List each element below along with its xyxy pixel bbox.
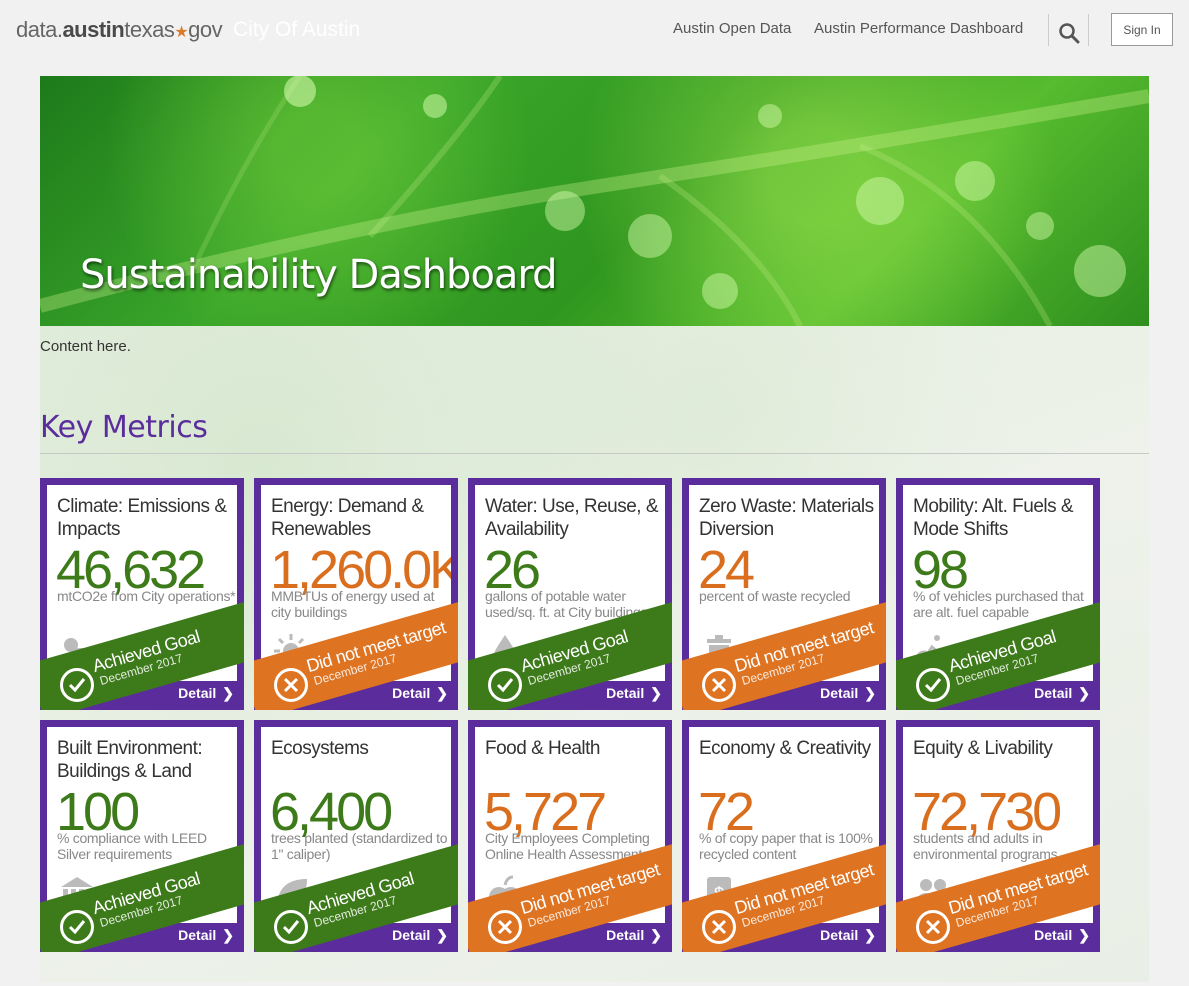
checkmark-icon <box>60 668 94 702</box>
checkmark-icon <box>60 910 94 944</box>
metric-title: Built Environment: Buildings & Land <box>57 738 203 782</box>
detail-label: Detail <box>178 927 217 943</box>
metric-card[interactable]: Mobility: Alt. Fuels & Mode Shifts 98% of… <box>896 478 1100 710</box>
checkmark-icon <box>274 910 308 944</box>
detail-label: Detail <box>606 927 645 943</box>
detail-link[interactable]: Detail ❯ <box>606 927 662 944</box>
x-circle-icon <box>488 910 522 944</box>
detail-link[interactable]: Detail ❯ <box>820 927 876 944</box>
chevron-right-icon: ❯ <box>864 685 876 701</box>
metric-title: Water: Use, Reuse, & Availability <box>485 496 659 540</box>
metric-title: Equity & Livability <box>913 738 1053 759</box>
detail-link[interactable]: Detail ❯ <box>178 927 234 944</box>
chevron-right-icon: ❯ <box>650 685 662 701</box>
metric-title: Zero Waste: Materials Diversion <box>699 496 874 540</box>
detail-label: Detail <box>1034 685 1073 701</box>
checkmark-icon <box>488 668 522 702</box>
detail-link[interactable]: Detail ❯ <box>1034 927 1090 944</box>
detail-label: Detail <box>820 685 859 701</box>
nav-divider <box>1048 14 1049 46</box>
chevron-right-icon: ❯ <box>650 927 662 943</box>
metric-title: Mobility: Alt. Fuels & Mode Shifts <box>913 496 1074 540</box>
metric-card[interactable]: Water: Use, Reuse, & Availability 26 gallo… <box>468 478 672 710</box>
detail-link[interactable]: Detail ❯ <box>392 927 448 944</box>
chevron-right-icon: ❯ <box>1078 685 1090 701</box>
content-placeholder-text: Content here. <box>40 338 131 355</box>
metric-card[interactable]: Energy: Demand & Renewables 1,260.0K MMBTU… <box>254 478 458 710</box>
search-icon[interactable] <box>1058 22 1080 44</box>
metric-title: Energy: Demand & Renewables <box>271 496 424 540</box>
detail-link[interactable]: Detail ❯ <box>1034 685 1090 702</box>
metric-card[interactable]: Built Environment: Buildings & Land 100% … <box>40 720 244 952</box>
detail-label: Detail <box>1034 927 1073 943</box>
metric-card[interactable]: Zero Waste: Materials Diversion 24 percent… <box>682 478 886 710</box>
detail-label: Detail <box>392 927 431 943</box>
chevron-right-icon: ❯ <box>1078 927 1090 943</box>
site-logo[interactable]: data.austintexas★gov <box>16 17 223 43</box>
metric-title: Economy & Creativity <box>699 738 871 759</box>
chevron-right-icon: ❯ <box>436 927 448 943</box>
metric-card[interactable]: Food & Health 5,727 City Employees Complet… <box>468 720 672 952</box>
x-circle-icon <box>916 910 950 944</box>
nav-divider <box>1088 14 1089 46</box>
detail-label: Detail <box>392 685 431 701</box>
page-title: Sustainability Dashboard <box>80 252 558 298</box>
x-circle-icon <box>702 910 736 944</box>
detail-link[interactable]: Detail ❯ <box>178 685 234 702</box>
detail-label: Detail <box>820 927 859 943</box>
metric-card[interactable]: Economy & Creativity 72% of copy paper th… <box>682 720 886 952</box>
chevron-right-icon: ❯ <box>222 685 234 701</box>
detail-link[interactable]: Detail ❯ <box>606 685 662 702</box>
x-circle-icon <box>702 668 736 702</box>
metric-title: Food & Health <box>485 738 600 759</box>
x-circle-icon <box>274 668 308 702</box>
detail-label: Detail <box>606 685 645 701</box>
hero-banner: Sustainability Dashboard <box>40 76 1149 326</box>
chevron-right-icon: ❯ <box>222 927 234 943</box>
detail-link[interactable]: Detail ❯ <box>820 685 876 702</box>
nav-link-open-data[interactable]: Austin Open Data <box>673 20 791 37</box>
section-title: Key Metrics <box>40 410 208 445</box>
metric-description: mtCO2e from City operations* <box>57 588 236 604</box>
city-name: City Of Austin <box>233 18 361 41</box>
section-divider <box>40 453 1149 454</box>
chevron-right-icon: ❯ <box>436 685 448 701</box>
metric-card[interactable]: Equity & Livability 72,730 students and ad… <box>896 720 1100 952</box>
metric-title: Climate: Emissions & Impacts <box>57 496 227 540</box>
metric-card[interactable]: Climate: Emissions & Impacts 46,632 mtCO2e… <box>40 478 244 710</box>
detail-label: Detail <box>178 685 217 701</box>
metric-card[interactable]: Ecosystems 6,400 trees planted (standardiz… <box>254 720 458 952</box>
metric-description: percent of waste recycled <box>699 588 851 604</box>
nav-link-performance-dashboard[interactable]: Austin Performance Dashboard <box>814 20 1023 37</box>
chevron-right-icon: ❯ <box>864 927 876 943</box>
detail-link[interactable]: Detail ❯ <box>392 685 448 702</box>
top-bar: data.austintexas★gov City Of Austin Aust… <box>0 0 1189 60</box>
sign-in-button[interactable]: Sign In <box>1111 13 1173 46</box>
metric-title: Ecosystems <box>271 738 369 759</box>
checkmark-icon <box>916 668 950 702</box>
